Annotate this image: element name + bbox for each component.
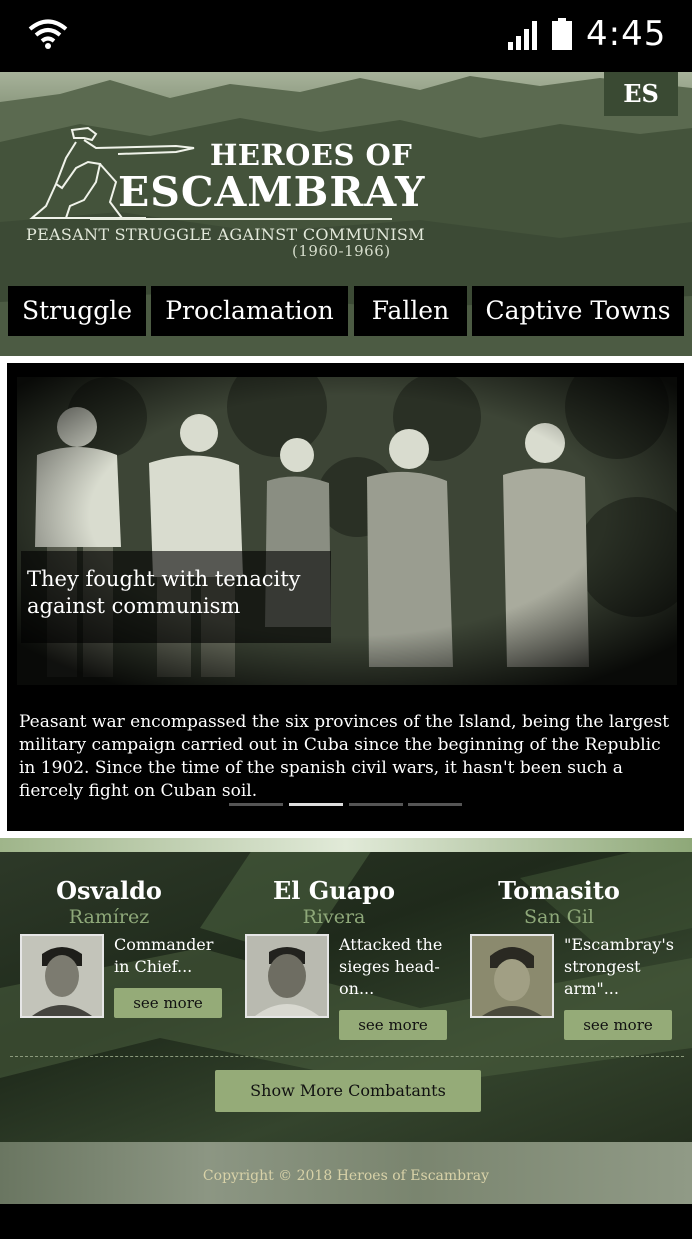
- see-more-button[interactable]: see more: [114, 988, 222, 1018]
- combatant-first-name: Tomasito: [498, 876, 620, 905]
- combatants-section: Osvaldo Ramírez Commander in Chief... se…: [0, 838, 692, 1142]
- combatant-last-name: San Gil: [524, 906, 594, 928]
- combatant-card: Tomasito San Gil "Escambray's strongest …: [454, 838, 680, 1058]
- logo-title-line2: ESCAMBRAY: [118, 168, 426, 216]
- status-bar: 4:45: [0, 0, 692, 72]
- slider-dot-2[interactable]: [289, 803, 343, 806]
- see-more-button[interactable]: see more: [564, 1010, 672, 1040]
- battery-icon: [552, 18, 572, 54]
- language-toggle-button[interactable]: ES: [604, 72, 678, 116]
- combatant-card: El Guapo Rivera Attacked the sieges head…: [229, 838, 455, 1058]
- slider-dot-3[interactable]: [349, 803, 403, 806]
- slide[interactable]: They fought with tenacity against commun…: [7, 363, 684, 831]
- site-footer: Copyright © 2018 Heroes of Escambray: [0, 1142, 692, 1204]
- nav-item-struggle[interactable]: Struggle: [8, 286, 146, 336]
- main-nav: Struggle Proclamation Fallen Captive Tow…: [0, 286, 692, 338]
- logo-divider: [90, 218, 392, 220]
- combatant-first-name: Osvaldo: [56, 876, 162, 905]
- slider-dot-1[interactable]: [229, 803, 283, 806]
- show-more-combatants-button[interactable]: Show More Combatants: [215, 1070, 481, 1112]
- nav-item-proclamation[interactable]: Proclamation: [151, 286, 348, 336]
- slide-description: Peasant war encompassed the six province…: [19, 712, 670, 801]
- signal-icon: [508, 20, 538, 54]
- slide-caption: They fought with tenacity against commun…: [27, 567, 301, 618]
- navigation-bar-area: [0, 1204, 692, 1239]
- logo-years: (1960-1966): [292, 242, 391, 260]
- combatant-last-name: Ramírez: [68, 906, 150, 928]
- clock: 4:45: [586, 14, 667, 54]
- logo-title-line1: HEROES OF: [210, 138, 413, 172]
- combatant-first-name: El Guapo: [272, 876, 396, 905]
- see-more-button[interactable]: see more: [339, 1010, 447, 1040]
- copyright-text: Copyright © 2018 Heroes of Escambray: [202, 1168, 490, 1184]
- site-header: ES HEROES OF ESCAMBRAY PEASANT STRUGGLE …: [0, 72, 692, 358]
- combatant-description: Attacked the sieges head-on...: [339, 935, 443, 998]
- combatant-photo[interactable]: [20, 934, 104, 1018]
- wifi-icon: [28, 18, 68, 54]
- combatant-card: Osvaldo Ramírez Commander in Chief... se…: [4, 838, 230, 1058]
- slider-dot-4[interactable]: [408, 803, 462, 806]
- combatant-photo[interactable]: [470, 934, 554, 1018]
- nav-item-fallen[interactable]: Fallen: [354, 286, 467, 336]
- slide-caption-box: They fought with tenacity against commun…: [21, 551, 331, 643]
- section-divider: [10, 1056, 684, 1057]
- hero-slider: They fought with tenacity against commun…: [0, 356, 692, 838]
- combatant-photo[interactable]: [245, 934, 329, 1018]
- combatant-last-name: Rivera: [302, 906, 366, 928]
- combatant-description: "Escambray's strongest arm"...: [564, 935, 674, 998]
- combatant-description: Commander in Chief...: [114, 935, 214, 976]
- nav-item-captive-towns[interactable]: Captive Towns: [472, 286, 684, 336]
